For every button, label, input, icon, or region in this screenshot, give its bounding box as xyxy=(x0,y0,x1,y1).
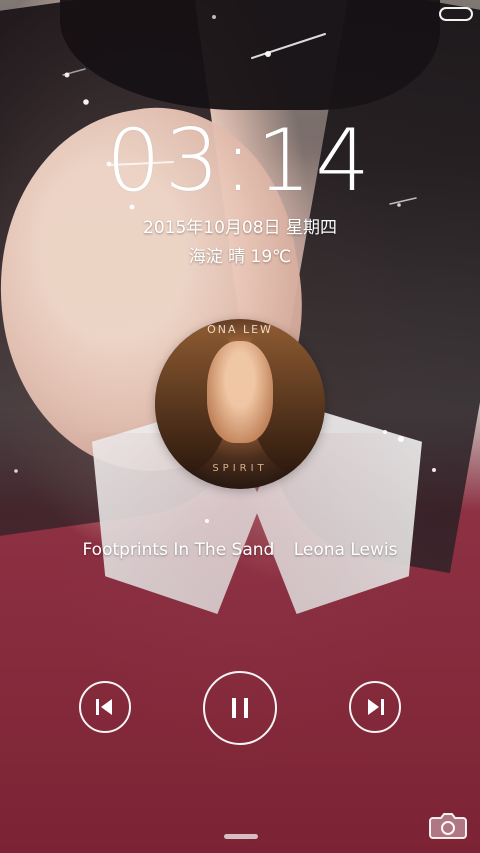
track-title: Footprints In The Sand xyxy=(82,540,275,560)
previous-track-icon xyxy=(96,699,112,715)
now-playing-info: Footprints In The Sand Leona Lewis xyxy=(0,540,480,560)
previous-button[interactable] xyxy=(79,681,131,733)
pause-icon xyxy=(232,698,248,718)
album-cover-bottom-text: SPIRIT xyxy=(212,463,268,474)
next-track-icon xyxy=(368,699,384,715)
home-handle[interactable] xyxy=(224,834,258,839)
lockscreen-date: 2015年10月08日 星期四 xyxy=(143,218,337,238)
album-face xyxy=(207,341,273,443)
album-cover-top-text: ONA LEW xyxy=(207,323,273,336)
artist-name: Leona Lewis xyxy=(293,540,398,560)
album-art: ONA LEW SPIRIT xyxy=(155,319,325,489)
camera-icon[interactable] xyxy=(427,810,469,840)
wallpaper-sweater-glow xyxy=(0,433,480,853)
next-button[interactable] xyxy=(349,681,401,733)
lockscreen-weather: 海淀 晴 19℃ xyxy=(188,247,292,267)
lockscreen-time: 03:14 xyxy=(106,111,374,211)
pause-button[interactable] xyxy=(203,671,277,745)
battery-icon xyxy=(439,7,473,21)
